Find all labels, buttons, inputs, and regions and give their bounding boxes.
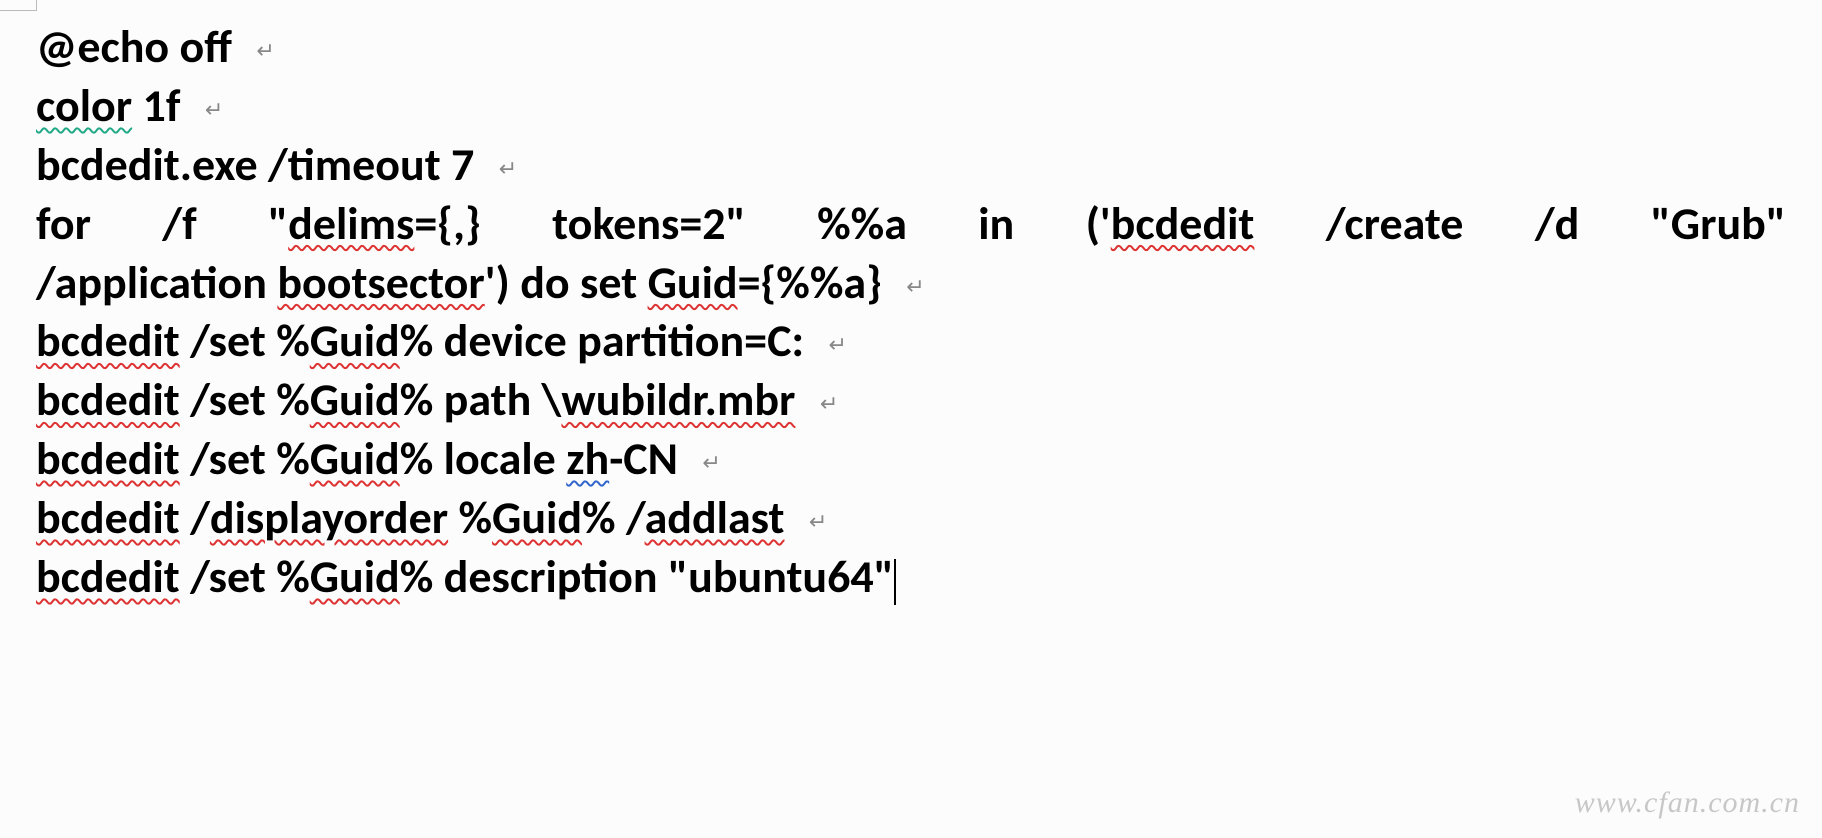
text: % xyxy=(448,490,492,546)
code-line: @echo off ↵ xyxy=(36,18,1786,77)
text: ={%%a} xyxy=(738,255,882,311)
code-line: bcdedit.exe /timeout 7 ↵ xyxy=(36,136,1786,195)
paragraph-mark-icon: ↵ xyxy=(809,508,827,536)
paragraph-mark-icon: ↵ xyxy=(499,155,517,183)
ruler-tab-corner xyxy=(0,0,37,11)
text-spelling-underline: displayorder xyxy=(210,490,448,546)
text-style-underline: zh xyxy=(566,431,609,487)
paragraph-mark-icon: ↵ xyxy=(829,331,847,359)
text-spelling-underline: Guid xyxy=(492,490,582,546)
text-spelling-underline: bootsector xyxy=(277,255,484,311)
text: ') do set xyxy=(485,255,648,311)
text-spelling-underline: Guid xyxy=(310,313,400,369)
code-line: bcdedit /set %Guid% description "ubuntu6… xyxy=(36,548,1786,607)
text: /create /d "Grub" xyxy=(1254,196,1786,252)
code-line: color 1f ↵ xyxy=(36,77,1786,136)
text-spelling-underline: bcdedit xyxy=(36,549,180,605)
code-line: bcdedit /set %Guid% device partition=C: … xyxy=(36,312,1786,371)
text-spelling-underline: wubildr.mbr xyxy=(561,372,795,428)
paragraph-mark-icon: ↵ xyxy=(906,273,924,301)
code-line: bcdedit /set %Guid% path \wubildr.mbr ↵ xyxy=(36,371,1786,430)
text: ={,} tokens=2" %%a in (' xyxy=(414,196,1110,252)
text-spelling-underline: Guid xyxy=(310,549,400,605)
text: 1f xyxy=(132,78,180,134)
text: % device partition=C: xyxy=(400,313,804,369)
text: bcdedit.exe /timeout 7 xyxy=(36,137,474,193)
text-spelling-underline: bcdedit xyxy=(36,490,180,546)
text-spelling-underline: Guid xyxy=(310,372,400,428)
text: for /f " xyxy=(36,196,288,252)
text: /set % xyxy=(180,313,310,369)
document-page[interactable]: @echo off ↵ color 1f ↵ bcdedit.exe /time… xyxy=(0,0,1822,838)
text-spelling-underline: bcdedit xyxy=(1111,196,1255,252)
watermark: www.cfan.com.cn xyxy=(1575,786,1800,820)
paragraph-mark-icon: ↵ xyxy=(205,96,223,124)
text-cursor xyxy=(894,559,896,605)
code-line: for /f "delims={,} tokens=2" %%a in ('bc… xyxy=(36,195,1786,254)
code-line: bcdedit /displayorder %Guid% /addlast ↵ xyxy=(36,489,1786,548)
text: /set % xyxy=(180,549,310,605)
paragraph-mark-icon: ↵ xyxy=(702,449,720,477)
text: % locale xyxy=(400,431,567,487)
text: /set % xyxy=(180,431,310,487)
text-spelling-underline: Guid xyxy=(310,431,400,487)
paragraph-mark-icon: ↵ xyxy=(256,37,274,65)
code-line: bcdedit /set %Guid% locale zh-CN ↵ xyxy=(36,430,1786,489)
text-spelling-underline: addlast xyxy=(645,490,785,546)
text: /application xyxy=(36,255,277,311)
text: % path \ xyxy=(400,372,562,428)
code-line: /application bootsector') do set Guid={%… xyxy=(36,254,1786,313)
text: -CN xyxy=(609,431,678,487)
paragraph-mark-icon: ↵ xyxy=(820,390,838,418)
text-spelling-underline: bcdedit xyxy=(36,431,180,487)
text-spelling-underline: delims xyxy=(288,196,414,252)
text: / xyxy=(180,490,210,546)
text-spelling-underline: bcdedit xyxy=(36,372,180,428)
text: % / xyxy=(582,490,645,546)
text-grammar-underline: color xyxy=(36,78,132,134)
text: /set % xyxy=(180,372,310,428)
text-spelling-underline: bcdedit xyxy=(36,313,180,369)
text: % description "ubuntu64" xyxy=(400,549,894,605)
text-spelling-underline: Guid xyxy=(648,255,738,311)
text: @echo off xyxy=(36,19,232,75)
